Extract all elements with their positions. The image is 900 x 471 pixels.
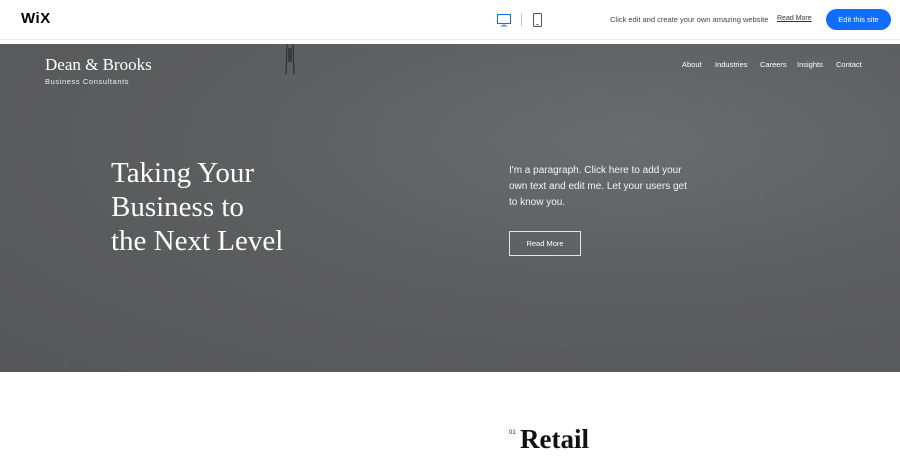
nav-contact[interactable]: Contact [836,60,862,69]
section-title: Retail [520,424,589,454]
hero-read-more-button[interactable]: Read More [509,231,581,256]
hero-headline-line: Business to [111,191,244,223]
nav-insights[interactable]: Insights [797,60,823,69]
background-speck [560,344,563,346]
hero-paragraph: I'm a paragraph. Click here to add your … [509,165,687,208]
wix-logo[interactable]: WiX [21,10,51,27]
hero-headline-line: Taking Your [111,157,254,189]
brand-tagline: Business Consultants [45,77,130,86]
wix-top-bar: WiX Click edit and create your own amazi… [0,0,900,40]
nav-industries[interactable]: Industries [715,60,748,69]
promo-text: Click edit and create your own amazing w… [610,15,769,24]
nav-careers[interactable]: Careers [760,60,787,69]
desktop-icon[interactable] [497,12,511,31]
hero-headline: Taking Your Business to the Next Level [111,156,371,258]
background-speck [760,194,763,196]
nav-about[interactable]: About [682,60,702,69]
hero-headline-line: the Next Level [111,225,284,257]
background-speck [300,64,302,66]
brand-name[interactable]: Dean & Brooks [45,55,152,75]
device-separator [521,13,522,26]
skier-figure-icon [285,44,295,75]
mobile-icon[interactable] [533,12,542,31]
edit-this-site-button[interactable]: Edit this site [826,9,891,30]
promo-read-more-link[interactable]: Read More [777,15,812,22]
section-number: 01 [509,430,516,436]
hero-section: Dean & Brooks Business Consultants About… [0,44,900,372]
background-speck [65,362,68,365]
